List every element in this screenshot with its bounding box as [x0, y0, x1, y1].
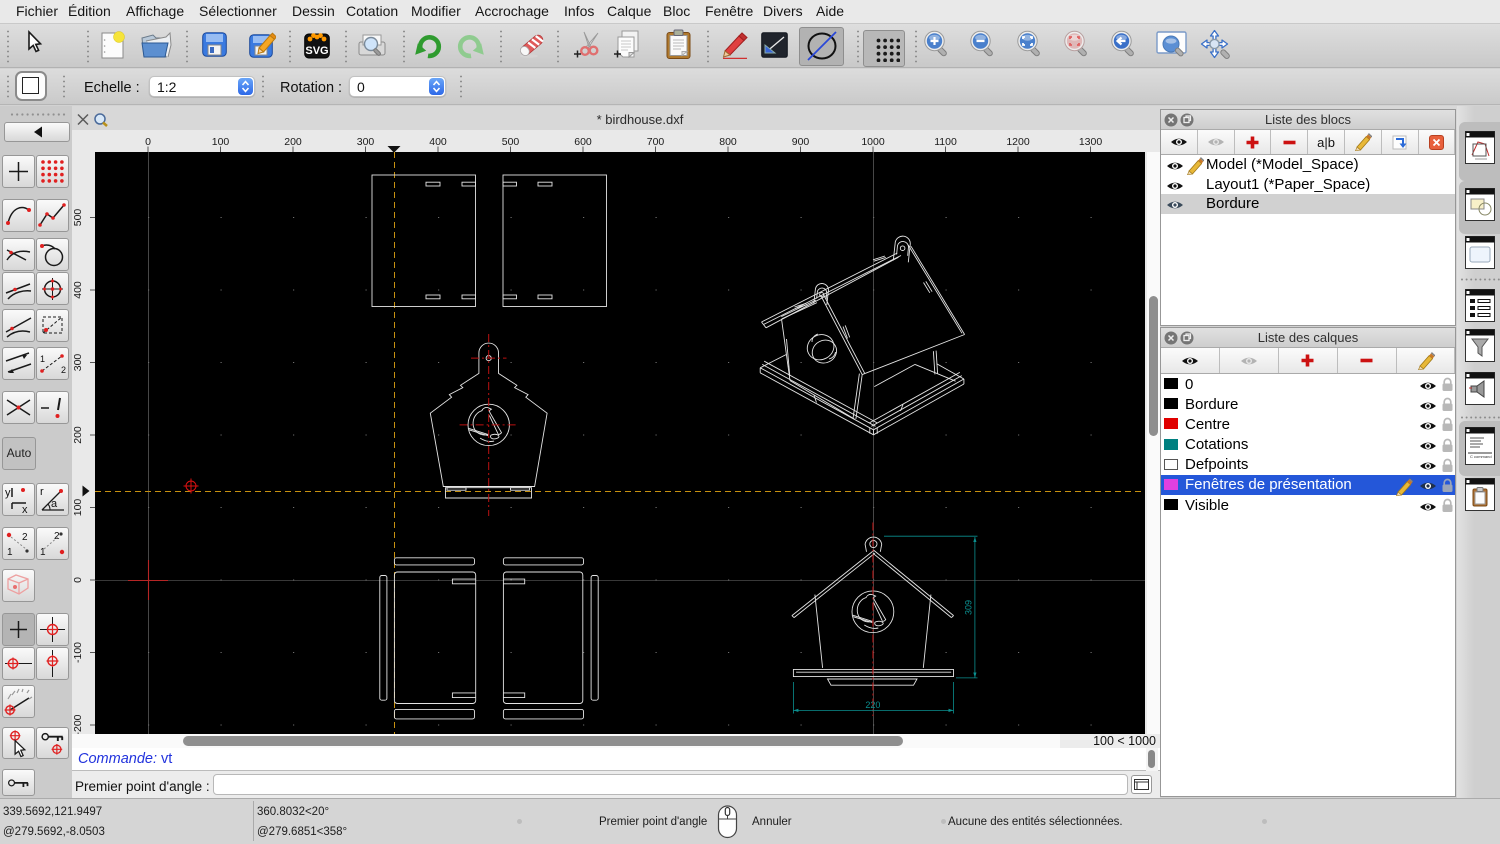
svg-text:C command: C command: [1470, 454, 1492, 459]
svg-text:2: 2: [22, 532, 28, 543]
svg-text:700: 700: [647, 136, 665, 148]
svg-text:1: 1: [7, 547, 13, 558]
svg-text:220: 220: [865, 700, 880, 710]
svg-text:300: 300: [357, 136, 375, 148]
svg-text:500: 500: [72, 209, 84, 227]
svg-text:300: 300: [72, 354, 84, 372]
svg-text:309: 309: [963, 600, 973, 615]
svg-text:x: x: [22, 504, 28, 516]
svg-text:SVG: SVG: [305, 45, 328, 57]
svg-text:r: r: [40, 486, 44, 498]
svg-text:-200: -200: [72, 714, 84, 734]
svg-text:100: 100: [212, 136, 230, 148]
svg-text:0: 0: [145, 136, 151, 148]
svg-text:1100: 1100: [934, 136, 957, 148]
svg-text:400: 400: [429, 136, 447, 148]
svg-text:200: 200: [72, 426, 84, 444]
svg-text:400: 400: [72, 281, 84, 299]
svg-text:600: 600: [574, 136, 592, 148]
svg-text:1200: 1200: [1006, 136, 1030, 148]
svg-text:200: 200: [284, 136, 302, 148]
svg-text:1300: 1300: [1079, 136, 1103, 148]
svg-text:2: 2: [61, 365, 66, 375]
svg-text:y: y: [5, 487, 11, 499]
svg-text:800: 800: [719, 136, 737, 148]
svg-text:100: 100: [72, 499, 84, 517]
svg-text:500: 500: [502, 136, 520, 148]
svg-text:1000: 1000: [861, 136, 885, 148]
svg-text:0: 0: [72, 577, 84, 583]
svg-text:900: 900: [792, 136, 810, 148]
svg-text:-100: -100: [72, 642, 84, 663]
svg-text:a: a: [51, 498, 58, 510]
svg-text:1: 1: [40, 354, 45, 364]
svg-text:2: 2: [54, 531, 60, 542]
